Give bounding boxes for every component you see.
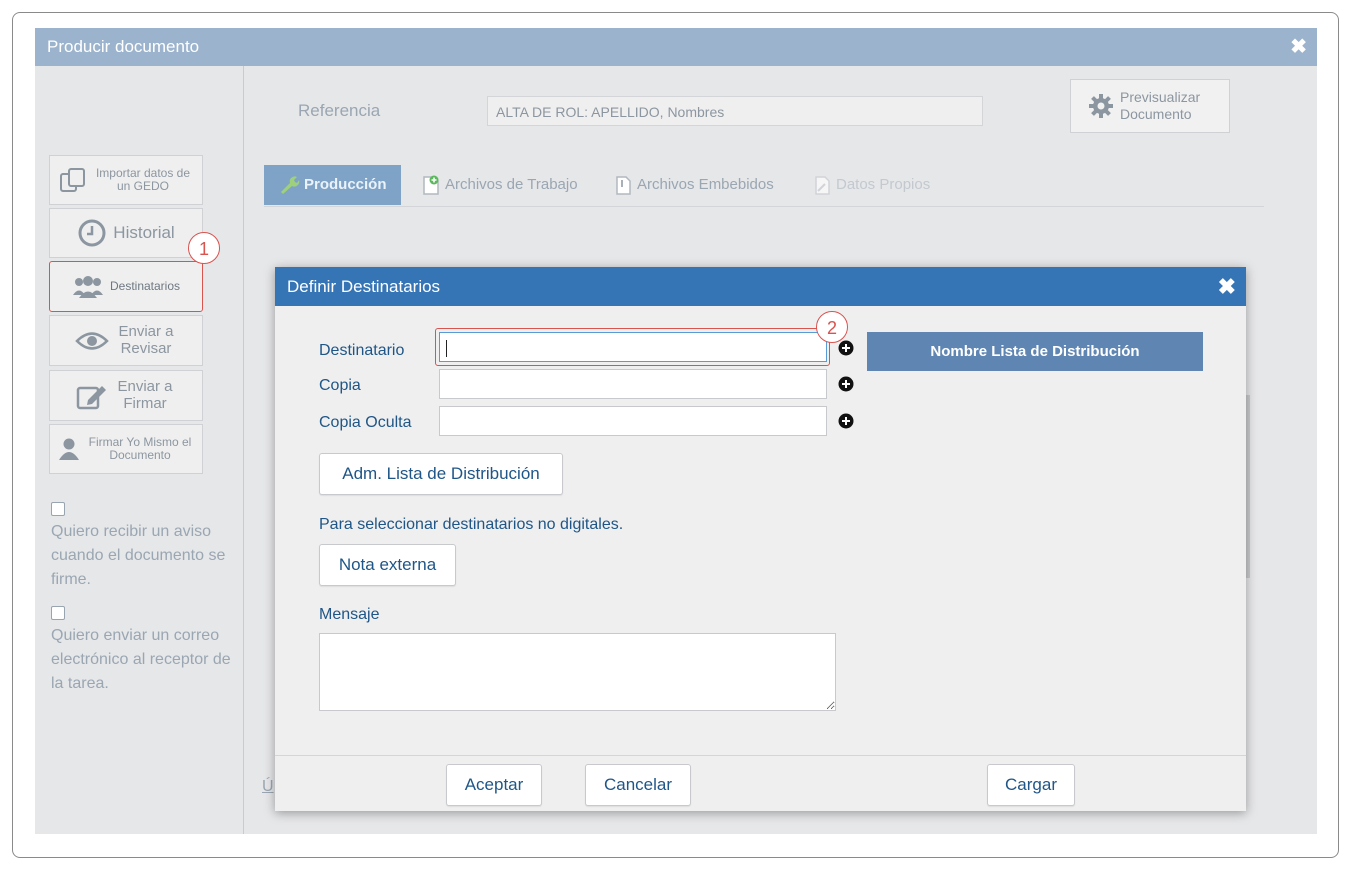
message-label: Mensaje <box>319 606 380 623</box>
dialog-title: Definir Destinatarios <box>287 277 441 296</box>
send-review-label: Enviar a Revisar <box>118 323 174 357</box>
tab-produccion-label: Producción <box>304 176 387 193</box>
ultimo-link-fragment[interactable]: Ú <box>262 778 274 796</box>
distribution-list-header: Nombre Lista de Distribución <box>867 332 1203 371</box>
define-recipients-dialog: Definir Destinatarios ✖ Destinatario 2 C… <box>275 267 1246 811</box>
load-button[interactable]: Cargar <box>987 764 1075 806</box>
cancel-button[interactable]: Cancelar <box>585 764 691 806</box>
window-title: Producir documento <box>47 37 200 56</box>
recipients-button[interactable]: Destinatarios <box>49 261 203 312</box>
copy-input[interactable] <box>439 369 827 399</box>
users-group-icon <box>72 275 104 299</box>
annotation-badge-1: 1 <box>188 232 220 264</box>
dialog-footer-divider <box>275 755 1246 756</box>
annotation-badge-2: 2 <box>816 311 848 343</box>
clock-icon <box>77 218 107 248</box>
window-close-icon[interactable]: ✖ <box>1290 28 1307 66</box>
add-copy-icon[interactable] <box>838 376 854 392</box>
wrench-icon <box>278 175 300 195</box>
hidden-copy-input[interactable] <box>439 406 827 436</box>
notify-checkbox-label: Quiero recibir un aviso cuando el docume… <box>51 523 226 588</box>
notify-checkbox[interactable] <box>51 502 65 516</box>
copy-label: Copia <box>319 377 361 394</box>
import-gedo-button[interactable]: Importar datos de un GEDO <box>49 155 203 205</box>
eye-icon <box>75 330 109 352</box>
reference-label: Referencia <box>298 101 381 120</box>
tab-archivos-trabajo[interactable]: Archivos de Trabajo <box>421 165 578 205</box>
hidden-copy-label: Copia Oculta <box>319 414 412 431</box>
external-note-button[interactable]: Nota externa <box>319 544 456 586</box>
tab-datos-propios: Datos Propios <box>812 165 930 205</box>
adm-distribution-list-button[interactable]: Adm. Lista de Distribución <box>319 453 563 495</box>
pencil-doc-icon <box>812 174 832 196</box>
document-tabs: Producción Archivos de Trabajo Archivos … <box>264 165 1264 207</box>
add-recipient-icon[interactable] <box>838 340 854 356</box>
preview-document-button[interactable]: Previsualizar Documento <box>1070 79 1230 133</box>
tab-datos-propios-label: Datos Propios <box>836 176 931 193</box>
preview-document-label: Previsualizar Documento <box>1120 89 1201 122</box>
window-title-bar: Producir documento ✖ <box>35 28 1317 66</box>
file-add-icon <box>421 174 441 196</box>
sidebar: Importar datos de un GEDO Historial Dest… <box>35 66 244 834</box>
copy-documents-icon <box>59 167 87 193</box>
dialog-title-bar: Definir Destinatarios ✖ <box>275 267 1246 306</box>
tab-archivos-embebidos[interactable]: Archivos Embebidos <box>613 165 774 205</box>
tab-produccion[interactable]: Producción <box>264 165 401 205</box>
history-button[interactable]: Historial <box>49 208 203 258</box>
email-checkbox-label: Quiero enviar un correo electrónico al r… <box>51 627 231 692</box>
import-gedo-label: Importar datos de un GEDO <box>95 165 191 193</box>
attachment-icon <box>613 174 633 196</box>
gear-icon <box>1088 93 1114 119</box>
non-digital-note: Para seleccionar destinatarios no digita… <box>319 516 624 533</box>
recipients-label: Destinatarios <box>109 278 181 293</box>
send-sign-label: Enviar a Firmar <box>117 378 173 412</box>
self-sign-button[interactable]: Firmar Yo Mismo el Documento <box>49 424 203 474</box>
edit-icon <box>76 382 108 410</box>
background-scrollbar[interactable] <box>1246 395 1250 578</box>
add-hidden-copy-icon[interactable] <box>838 413 854 429</box>
dialog-close-icon[interactable]: ✖ <box>1218 267 1236 306</box>
user-icon <box>58 437 80 461</box>
message-textarea[interactable] <box>319 633 836 711</box>
accept-button[interactable]: Aceptar <box>446 764 542 806</box>
email-checkbox[interactable] <box>51 606 65 620</box>
send-review-button[interactable]: Enviar a Revisar <box>49 315 203 366</box>
reference-input[interactable]: ALTA DE ROL: APELLIDO, Nombres <box>487 96 983 126</box>
self-sign-label: Firmar Yo Mismo el Documento <box>88 434 192 462</box>
recipient-highlight <box>435 328 830 366</box>
send-sign-button[interactable]: Enviar a Firmar <box>49 370 203 421</box>
recipient-label: Destinatario <box>319 342 405 359</box>
tab-archivos-embebidos-label: Archivos Embebidos <box>637 176 774 193</box>
tab-archivos-trabajo-label: Archivos de Trabajo <box>445 176 578 193</box>
history-label: Historial <box>113 222 175 242</box>
